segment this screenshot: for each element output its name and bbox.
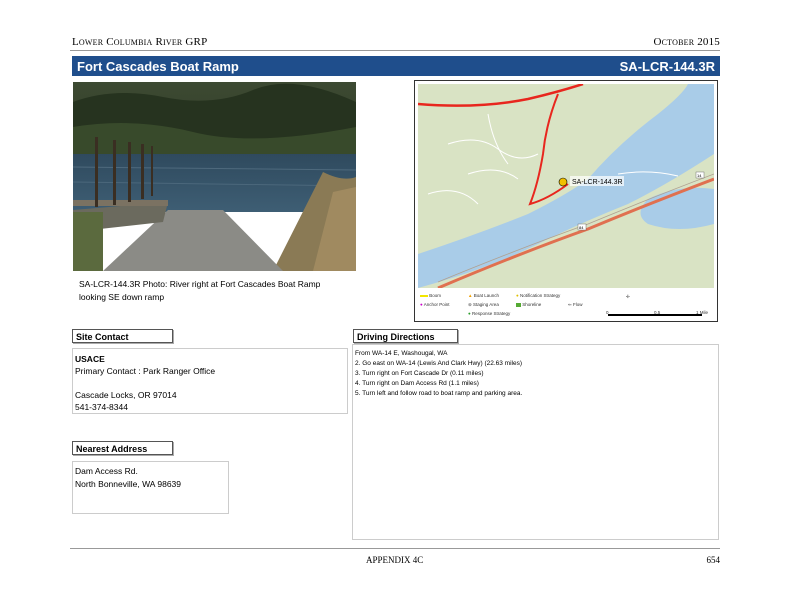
- title-bar: Fort Cascades Boat Ramp SA-LCR-144.3R: [72, 56, 720, 76]
- header-rule: [70, 50, 720, 51]
- legend-item: ● Anchor Point: [420, 302, 450, 307]
- header-right: October 2015: [653, 36, 720, 48]
- contact-org: USACE: [75, 354, 105, 364]
- legend-item: Shoreline: [516, 302, 541, 307]
- direction-line: 3. Turn right on Fort Cascade Dr (0.11 m…: [355, 370, 484, 377]
- site-name: Fort Cascades Boat Ramp: [77, 59, 239, 74]
- highway-shield: 84: [579, 225, 584, 230]
- legend-item: ▲ Boat Launch: [468, 293, 500, 298]
- legend-item: ⊗ Staging Area: [468, 302, 499, 307]
- site-code: SA-LCR-144.3R: [619, 59, 715, 74]
- site-photo: [73, 82, 356, 271]
- scale-bar: [608, 314, 702, 316]
- site-contact-label: Site Contact: [72, 329, 173, 343]
- north-arrow-icon: ✢: [626, 294, 630, 299]
- footer-rule: [70, 548, 720, 549]
- nearest-address-label: Nearest Address: [72, 441, 173, 455]
- legend-item: Boom: [420, 293, 441, 298]
- photo-caption: SA-LCR-144.3R Photo: River right at Fort…: [79, 279, 321, 302]
- direction-line: 5. Turn left and follow road to boat ram…: [355, 390, 523, 397]
- map-site-label: SA-LCR-144.3R: [572, 179, 623, 186]
- direction-line: 2. Go east on WA-14 (Lewis And Clark Hwy…: [355, 360, 523, 367]
- site-map[interactable]: SA-LCR-144.3R 14 84: [418, 84, 714, 288]
- site-contact-text: USACE Primary Contact : Park Ranger Offi…: [75, 353, 215, 413]
- nearest-address-text: Dam Access Rd. North Bonneville, WA 9863…: [75, 465, 181, 491]
- map-legend: Boom ▲ Boat Launch ● Notification Strate…: [418, 290, 714, 320]
- direction-line: From WA-14 E, Washougal, WA: [355, 350, 448, 357]
- direction-line: 4. Turn right on Dam Access Rd (1.1 mile…: [355, 380, 479, 387]
- driving-directions-text: From WA-14 E, Washougal, WA 2. Go east o…: [355, 349, 522, 399]
- page-number: 654: [706, 555, 721, 565]
- legend-item: ● Response Strategy: [468, 311, 511, 316]
- route-shield: 14: [697, 173, 702, 178]
- contact-phone: 541-374-8344: [75, 402, 128, 412]
- legend-item: ● Notification Strategy: [516, 293, 561, 298]
- address-line1: Dam Access Rd.: [75, 466, 138, 476]
- address-line2: North Bonneville, WA 98639: [75, 479, 181, 489]
- driving-directions-label: Driving Directions: [353, 329, 458, 343]
- header-left: Lower Columbia River GRP: [72, 36, 208, 48]
- footer-appendix: APPENDIX 4C: [366, 555, 424, 565]
- legend-item: ⇐ Flow: [568, 302, 583, 307]
- contact-primary: Primary Contact : Park Ranger Office: [75, 366, 216, 376]
- contact-city: Cascade Locks, OR 97014: [75, 390, 177, 400]
